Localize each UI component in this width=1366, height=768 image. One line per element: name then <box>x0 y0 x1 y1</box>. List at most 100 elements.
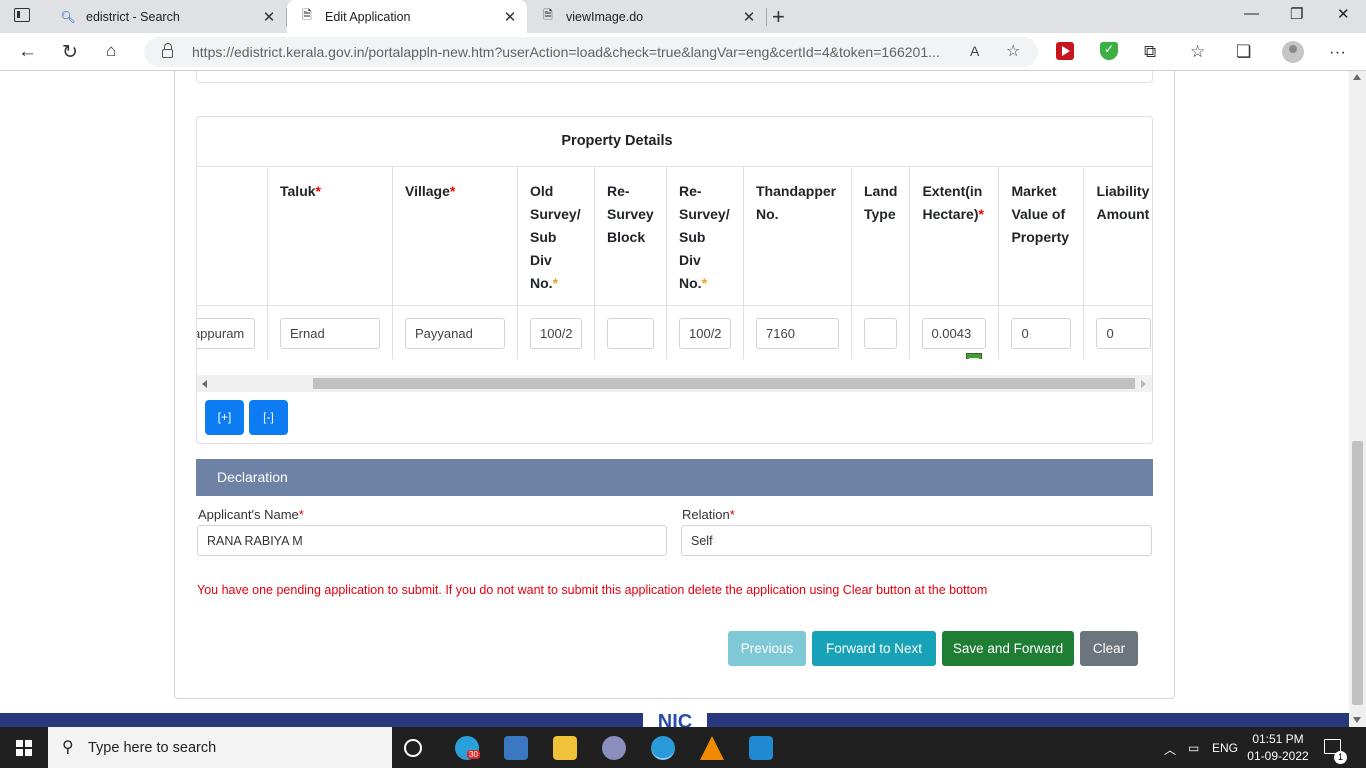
column-header-land-type: Land Type <box>850 166 911 306</box>
district-field[interactable]: Malappuram <box>197 318 255 349</box>
url-field[interactable]: https://edistrict.kerala.gov.in/portalap… <box>144 37 1038 67</box>
land-type-field[interactable] <box>864 318 897 349</box>
remove-row-button[interactable]: [-] <box>249 400 288 435</box>
column-header-thandapper: Thandapper No. <box>743 166 852 306</box>
tab-title: edistrict - Search <box>86 9 180 24</box>
table-header-row: * Taluk* Village* Old Survey/ Sub Div No… <box>197 166 1152 306</box>
save-and-forward-button[interactable]: Save and Forward <box>942 631 1074 666</box>
close-window-icon[interactable]: ✕ <box>1337 5 1350 23</box>
column-header-liability: Liability Amount <box>1083 166 1152 306</box>
extensions-icon[interactable]: ⧉ <box>1144 42 1156 62</box>
table-horizontal-scrollbar[interactable] <box>197 375 1152 392</box>
relation-field[interactable]: Self <box>681 525 1152 556</box>
taluk-field[interactable]: Ernad <box>280 318 380 349</box>
column-header-resurvey-subdiv: Re-Survey/ Sub Div No.* <box>666 166 744 306</box>
clear-button[interactable]: Clear <box>1080 631 1138 666</box>
restore-icon[interactable]: ❐ <box>1290 5 1303 23</box>
market-value-field[interactable]: 0 <box>1011 318 1072 349</box>
profile-avatar[interactable] <box>1282 41 1304 63</box>
extent-field[interactable]: 0.0043 <box>922 318 987 349</box>
column-header-resurvey-block: Re-Survey Block <box>594 166 667 306</box>
close-icon[interactable]: ✕ <box>260 8 278 26</box>
notification-badge: 1 <box>1334 751 1347 764</box>
home-icon[interactable]: ⌂ <box>106 41 116 61</box>
column-header-district: * <box>197 166 268 306</box>
taskbar-search-placeholder: Type here to search <box>88 740 217 756</box>
cell-resurvey-subdiv: 100/2 <box>666 305 744 359</box>
old-survey-field[interactable]: 100/2 <box>530 318 582 349</box>
minimize-icon[interactable]: — <box>1244 5 1259 22</box>
read-aloud-icon[interactable]: A <box>970 43 979 59</box>
property-table-scroll: * Taluk* Village* Old Survey/ Sub Div No… <box>197 166 1152 359</box>
scroll-right-icon[interactable] <box>1141 380 1146 388</box>
tab-edit-application[interactable]: 🗎︎ Edit Application ✕ <box>287 0 527 33</box>
cortana-icon[interactable] <box>404 739 422 757</box>
applicant-name-field[interactable]: RANA RABIYA M <box>197 525 667 556</box>
cell-resurvey-block <box>594 305 667 359</box>
table-row: Malappuram Ernad Payyanad 100/2 100/2 71… <box>197 305 1152 359</box>
tab-actions-icon[interactable] <box>14 8 30 22</box>
cell-extent: 0.0043 <box>909 305 1000 359</box>
liability-field[interactable]: 0 <box>1096 318 1152 349</box>
youtube-extension-icon[interactable] <box>1056 42 1074 60</box>
favorites-icon[interactable]: ☆ <box>1190 42 1205 62</box>
page-viewport: Property Details * Taluk* Village* Old S… <box>0 71 1349 713</box>
paint-icon[interactable] <box>602 736 626 760</box>
resurvey-subdiv-field[interactable]: 100/2 <box>679 318 731 349</box>
add-favorite-icon[interactable]: ☆ <box>1006 41 1020 61</box>
scrollbar-thumb[interactable] <box>1352 441 1363 705</box>
vscode-icon[interactable] <box>749 736 773 760</box>
cell-village: Payyanad <box>392 305 518 359</box>
previous-section-card <box>196 71 1153 83</box>
page-vertical-scrollbar[interactable] <box>1349 71 1366 727</box>
cell-land-type <box>850 305 911 359</box>
telegram-badge: 30 <box>467 750 480 759</box>
cell-thandapper: 7160 <box>743 305 852 359</box>
scrollbar-thumb[interactable] <box>313 378 1135 389</box>
battery-icon[interactable]: ▭ <box>1188 741 1199 755</box>
address-bar: ← ↻ ⌂ https://edistrict.kerala.gov.in/po… <box>0 33 1366 71</box>
new-tab-icon[interactable]: + <box>772 4 785 30</box>
previous-button[interactable]: Previous <box>728 631 806 666</box>
scroll-left-icon[interactable] <box>202 380 207 388</box>
column-header-market-value: Market Value of Property <box>998 166 1085 306</box>
search-icon: ⚲ <box>62 739 74 756</box>
village-field[interactable]: Payyanad <box>405 318 505 349</box>
taskbar-clock[interactable]: 01:51 PM 01-09-2022 <box>1246 731 1310 765</box>
close-icon[interactable]: ✕ <box>501 8 519 26</box>
column-header-village: Village* <box>392 166 518 306</box>
collections-icon[interactable]: ❏ <box>1236 42 1251 62</box>
camera-icon[interactable] <box>504 736 528 760</box>
url-text[interactable]: https://edistrict.kerala.gov.in/portalap… <box>192 44 962 60</box>
tab-title: viewImage.do <box>566 9 644 24</box>
adblock-extension-icon[interactable] <box>1100 42 1118 60</box>
vlc-icon[interactable] <box>700 736 724 760</box>
file-explorer-icon[interactable] <box>553 736 577 760</box>
thandapper-field[interactable]: 7160 <box>756 318 839 349</box>
more-menu-icon[interactable]: ··· <box>1329 42 1346 62</box>
calculator-icon[interactable] <box>966 353 983 359</box>
tab-edistrict-search[interactable]: 🔍︎ edistrict - Search ✕ <box>48 0 286 33</box>
refresh-icon[interactable]: ↻ <box>62 41 78 64</box>
lock-icon[interactable] <box>162 43 173 58</box>
forward-to-next-button[interactable]: Forward to Next <box>812 631 936 666</box>
tray-chevron-icon[interactable]: ︿ <box>1164 741 1176 758</box>
edge-browser-icon[interactable] <box>651 736 675 760</box>
windows-start-icon[interactable] <box>16 740 32 756</box>
scroll-down-icon[interactable] <box>1353 717 1361 723</box>
taskbar-search-box[interactable]: ⚲ Type here to search <box>48 727 392 768</box>
add-row-button[interactable]: [+] <box>205 400 244 435</box>
back-icon[interactable]: ← <box>18 41 37 63</box>
search-icon: 🔍︎ <box>60 9 76 24</box>
resurvey-block-field[interactable] <box>607 318 654 349</box>
close-icon[interactable]: ✕ <box>740 8 758 26</box>
nic-logo: NIC <box>643 713 707 727</box>
column-header-old-survey: Old Survey/ Sub Div No.* <box>517 166 595 306</box>
tab-viewimage[interactable]: 🗎︎ viewImage.do ✕ <box>528 0 766 33</box>
language-indicator[interactable]: ENG <box>1212 741 1238 755</box>
property-details-card: Property Details * Taluk* Village* Old S… <box>196 116 1153 444</box>
page-icon: 🗎︎ <box>302 8 312 22</box>
scroll-up-icon[interactable] <box>1353 74 1361 80</box>
tab-title: Edit Application <box>325 9 411 24</box>
tab-bar: 🔍︎ edistrict - Search ✕ 🗎︎ Edit Applicat… <box>0 0 1366 33</box>
